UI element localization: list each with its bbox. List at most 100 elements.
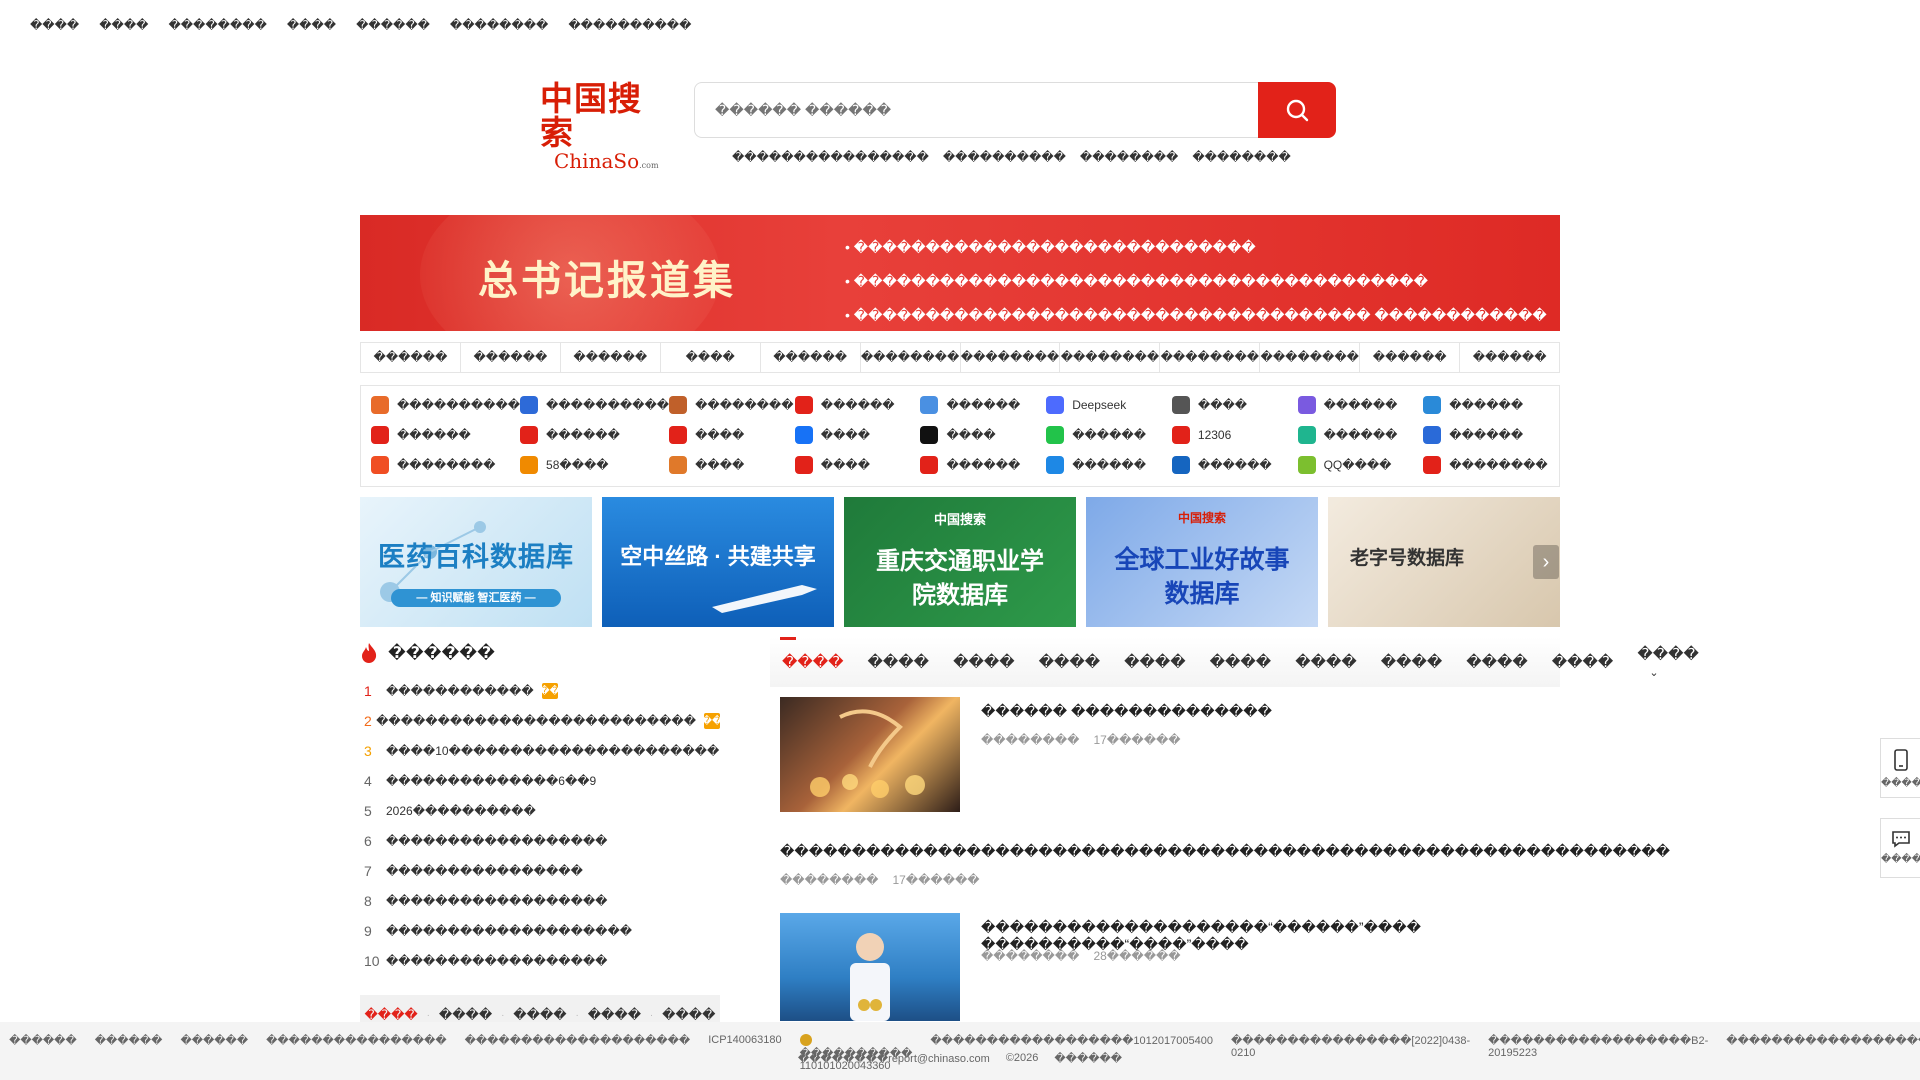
site-shortcut[interactable]: ���� [1171,390,1298,420]
news-title[interactable]: ����������������������������������������… [780,843,1670,860]
site-shortcut[interactable]: ���� [794,450,921,480]
hot-list-item[interactable]: 2 �������������������������� �� [360,706,722,736]
subtab[interactable]: ���� [364,1007,417,1023]
feed-tab[interactable]: ���� [941,653,1027,671]
hot-list-item[interactable]: 5 2026���������� [360,796,720,826]
news-thumbnail[interactable] [780,913,960,1021]
hot-link[interactable]: ���������� [943,150,1066,164]
top-nav-link[interactable]: �������� [450,18,548,32]
hot-list-item[interactable]: 6 ������������������ [360,826,720,856]
chevron-down-icon: ⌄ [1649,666,1659,679]
category-tab[interactable]: ������ [1460,343,1559,372]
top-nav-link[interactable]: ���� [287,18,336,32]
banner-news-item[interactable]: • ��������������������������������������… [845,264,1547,298]
hot-list-item[interactable]: 9 �������������������� [360,916,720,946]
category-tab[interactable]: ������ [361,343,461,372]
site-shortcut[interactable]: QQ���� [1297,450,1424,480]
site-shortcut[interactable]: �������� [1423,450,1549,480]
category-tab[interactable]: ������ [561,343,661,372]
banner-news-item[interactable]: • ������������������������������������ �… [845,298,1547,331]
site-shortcut[interactable]: ���� [669,420,795,450]
mobile-float-button[interactable]: ���� [1880,738,1920,798]
card-medicine-db[interactable]: 医药百科数据库 — 知识赋能 智汇医药 — [360,497,592,627]
site-shortcut[interactable]: �������� [371,450,520,480]
site-shortcut[interactable]: ���� [669,450,795,480]
site-shortcut[interactable]: ���� [920,420,1046,450]
hot-link[interactable]: �������� [1192,150,1290,164]
card-chongqing-db[interactable]: 中国搜索 重庆交通职业学院数据库 [844,497,1076,627]
feed-tab[interactable]: ���� [856,653,942,671]
category-tab[interactable]: �������� [861,343,961,372]
subtab[interactable]: ���� [588,1007,641,1023]
card-silk-road[interactable]: 空中丝路 · 共建共享 [602,497,834,627]
feedback-float-button[interactable]: ���� [1880,818,1920,878]
category-tab[interactable]: �������� [1260,343,1361,372]
feed-tab-more[interactable]: ���� ⌄ [1625,645,1711,680]
hot-list-item[interactable]: 1 ������������ �� [360,676,720,706]
feed-tab[interactable]: ���� [1112,653,1198,671]
site-shortcut[interactable]: ������ [1297,420,1424,450]
category-tab[interactable]: ���� [661,343,761,372]
site-shortcut[interactable]: 12306 [1171,420,1298,450]
category-tab[interactable]: ������ [761,343,861,372]
site-shortcut[interactable]: ������ [1423,420,1549,450]
category-tab[interactable]: �������� [1160,343,1261,372]
site-shortcut[interactable]: ������ [520,420,669,450]
subtab[interactable]: ���� [513,1007,566,1023]
site-shortcut[interactable]: ������ [1423,390,1549,420]
chinaso-logo[interactable]: 中国搜索 ChinaSo.com [540,82,660,173]
category-tab[interactable]: �������� [1060,343,1161,372]
hot-link[interactable]: �������� [1080,150,1178,164]
feed-tab[interactable]: ���� [1198,653,1284,671]
site-shortcut[interactable]: Deepseek [1046,390,1172,420]
site-shortcut[interactable]: ������ [1297,390,1424,420]
site-label: �������� [397,458,496,472]
feed-tab[interactable]: ���� [1283,653,1369,671]
top-nav-link[interactable]: ���������� [568,18,691,32]
hot-link[interactable]: ���������������� [732,150,929,164]
feed-tab[interactable]: ���� [1454,653,1540,671]
banner-news-item[interactable]: • ���������������������������� [845,230,1547,264]
top-nav-link[interactable]: ���� [30,18,79,32]
feed-tab[interactable]: ���� [1369,653,1455,671]
hot-list-item[interactable]: 10 ������������������ [360,946,720,976]
top-nav-link[interactable]: ���� [99,18,148,32]
subtab[interactable]: ���� [662,1007,715,1023]
news-thumbnail[interactable] [780,697,960,812]
search-input[interactable] [694,82,1258,138]
card-heritage-db[interactable]: 老字号数据库 [1328,497,1560,627]
hot-list-item[interactable]: 7 ���������������� [360,856,720,886]
hot-list-item[interactable]: 4 ��������������6��9 [360,766,720,796]
feature-banner[interactable]: 总书记报道集 • ���������������������������� • … [360,215,1560,331]
site-shortcut[interactable]: ���������� [520,390,669,420]
feed-tab[interactable]: ���� [1540,653,1626,671]
site-shortcut[interactable]: 58���� [520,450,669,480]
feed-tab-active[interactable]: ���� [770,637,856,671]
search-button[interactable] [1258,82,1336,138]
subtab[interactable]: ���� [439,1007,492,1023]
card-industry-db[interactable]: 中国搜索 全球工业好故事数据库 [1086,497,1318,627]
category-tab[interactable]: ������ [461,343,561,372]
site-shortcut[interactable]: ������ [1171,450,1298,480]
site-shortcut[interactable]: ������ [920,390,1046,420]
site-shortcut[interactable]: ���� [794,420,921,450]
site-shortcut[interactable]: ������ [1046,420,1172,450]
hot-list-item[interactable]: 8 ������������������ [360,886,720,916]
site-shortcut[interactable]: ������ [794,390,921,420]
top-nav-link[interactable]: ������ [356,18,430,32]
category-tab[interactable]: ������ [1360,343,1461,372]
site-shortcut[interactable]: ���������� [371,390,520,420]
news-title[interactable]: ������ �������������� [981,703,1272,720]
news-title[interactable]: ��������������������“������”���� �������… [981,919,1560,953]
site-label: ������ [397,428,471,442]
site-shortcut[interactable]: �������� [669,390,795,420]
carousel-next-button[interactable]: › [1533,545,1559,579]
site-shortcut[interactable]: ������ [920,450,1046,480]
feed-tab[interactable]: ���� [1027,653,1113,671]
site-shortcut[interactable]: ������ [1046,450,1172,480]
footer-email[interactable]: ��������report@chinaso.com [798,1052,990,1065]
hot-list-item[interactable]: 3 ����10���������������������� [360,736,720,766]
site-shortcut[interactable]: ������ [371,420,520,450]
top-nav-link[interactable]: �������� [168,18,266,32]
category-tab[interactable]: �������� [961,343,1061,372]
